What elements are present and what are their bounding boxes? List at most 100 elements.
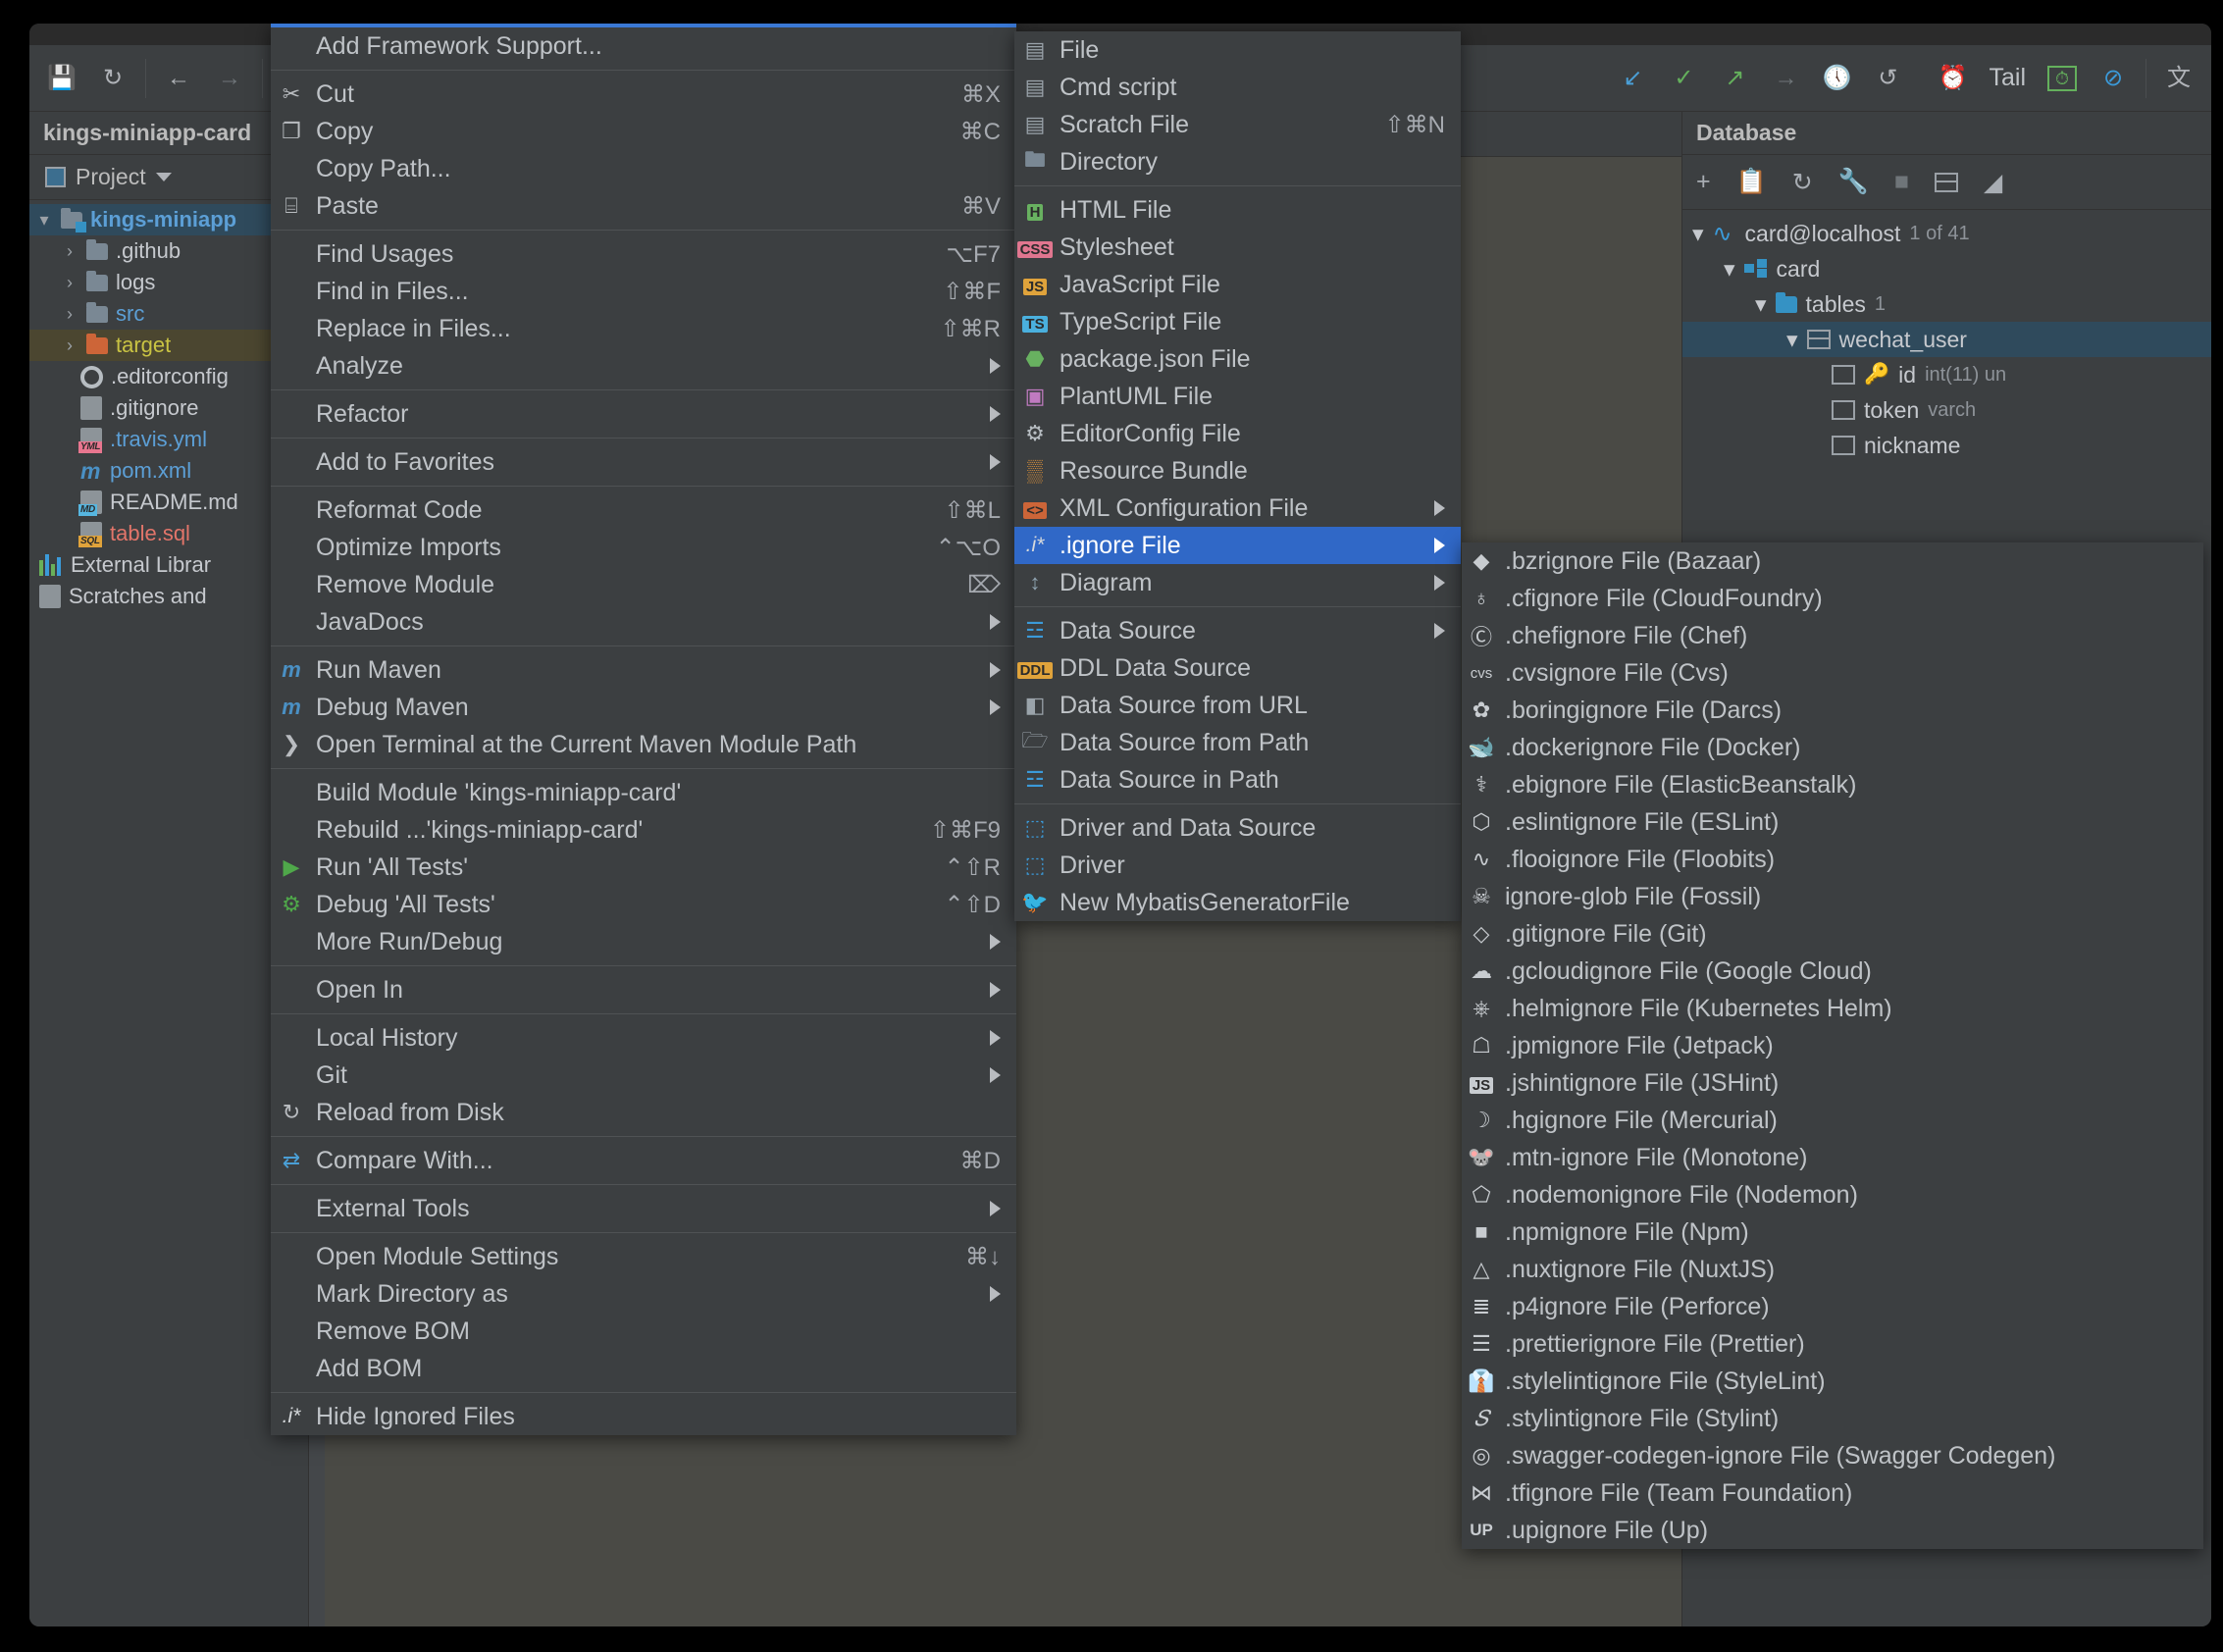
menu-item[interactable]: Mark Directory as	[271, 1275, 1016, 1313]
menu-item[interactable]: ◇.gitignore File (Git)	[1462, 915, 2203, 953]
check-icon[interactable]: ✓	[1669, 64, 1698, 93]
menu-item[interactable]: ☲Data Source	[1014, 612, 1461, 649]
menu-item[interactable]: ↕Diagram	[1014, 564, 1461, 601]
menu-item[interactable]: Optimize Imports⌃⌥O	[271, 529, 1016, 566]
add-icon[interactable]: +	[1696, 168, 1711, 196]
alarm-icon[interactable]: ⏰	[1938, 64, 1967, 93]
tree-item-travis[interactable]: YML .travis.yml	[29, 424, 308, 455]
chevron-down-icon[interactable]: ▾	[1724, 256, 1735, 283]
chevron-right-icon[interactable]: ›	[61, 241, 78, 262]
menu-item[interactable]: Add to Favorites	[271, 443, 1016, 481]
menu-item[interactable]: ☁.gcloudignore File (Google Cloud)	[1462, 953, 2203, 990]
compare-icon[interactable]: →	[1771, 64, 1800, 93]
project-context-menu[interactable]: Add Framework Support...✂Cut⌘X❐Copy⌘CCop…	[271, 24, 1016, 1435]
menu-item[interactable]: Add BOM	[271, 1350, 1016, 1387]
menu-item[interactable]: ■.npmignore File (Npm)	[1462, 1213, 2203, 1251]
refresh-icon[interactable]: ↻	[1792, 168, 1813, 197]
menu-item[interactable]: Remove Module⌦	[271, 566, 1016, 603]
menu-item[interactable]: JSJavaScript File	[1014, 266, 1461, 303]
db-node-connection[interactable]: ▾ ∿ card@localhost 1 of 41	[1682, 216, 2211, 251]
menu-item[interactable]: .i*Hide Ignored Files	[271, 1398, 1016, 1435]
menu-item[interactable]: ☲Data Source in Path	[1014, 761, 1461, 799]
tree-item-target[interactable]: › target	[29, 330, 308, 361]
menu-item[interactable]: ⬠.nodemonignore File (Nodemon)	[1462, 1176, 2203, 1213]
tree-item-tablesql[interactable]: SQL table.sql	[29, 518, 308, 549]
menu-item[interactable]: ⬚Driver	[1014, 847, 1461, 884]
chevron-right-icon[interactable]: ›	[61, 304, 78, 325]
menu-item[interactable]: JS.jshintignore File (JSHint)	[1462, 1064, 2203, 1102]
down-left-arrow-icon[interactable]: ↙	[1618, 64, 1647, 93]
tree-item-logs[interactable]: › logs	[29, 267, 308, 298]
back-arrow-icon[interactable]: ←	[164, 64, 193, 93]
menu-item[interactable]: ♁.cfignore File (CloudFoundry)	[1462, 580, 2203, 617]
menu-item[interactable]: ☽.hgignore File (Mercurial)	[1462, 1102, 2203, 1139]
menu-item[interactable]: Ⓒ.chefignore File (Chef)	[1462, 617, 2203, 654]
menu-item[interactable]: Replace in Files...⇧⌘R	[271, 310, 1016, 347]
clock-icon[interactable]: 🕔	[1822, 64, 1851, 93]
menu-item[interactable]: UP.upignore File (Up)	[1462, 1512, 2203, 1549]
monitor-icon[interactable]: ⏱	[2047, 66, 2077, 91]
db-settings-icon[interactable]: 🔧	[1838, 168, 1869, 196]
menu-item[interactable]: cvs.cvsignore File (Cvs)	[1462, 654, 2203, 692]
menu-item[interactable]: TSTypeScript File	[1014, 303, 1461, 340]
menu-item[interactable]: △.nuxtignore File (NuxtJS)	[1462, 1251, 2203, 1288]
menu-item[interactable]: ⌸Paste⌘V	[271, 187, 1016, 225]
menu-item[interactable]: ⚙Debug 'All Tests'⌃⇧D	[271, 886, 1016, 923]
menu-item[interactable]: ✂Cut⌘X	[271, 76, 1016, 113]
chevron-down-icon[interactable]: ▾	[1786, 327, 1798, 353]
tree-item-scratches[interactable]: Scratches and	[29, 581, 308, 612]
chevron-right-icon[interactable]: ›	[61, 336, 78, 356]
menu-item[interactable]: mRun Maven	[271, 651, 1016, 689]
table-icon[interactable]	[1935, 173, 1958, 192]
menu-item[interactable]: Copy Path...	[271, 150, 1016, 187]
tree-item-external-libraries[interactable]: External Librar	[29, 549, 308, 581]
menu-item[interactable]: ∿.flooignore File (Floobits)	[1462, 841, 2203, 878]
menu-item[interactable]: Analyze	[271, 347, 1016, 385]
menu-item[interactable]: ⬡.eslintignore File (ESLint)	[1462, 803, 2203, 841]
menu-item[interactable]: ▤Scratch File⇧⌘N	[1014, 106, 1461, 143]
menu-item[interactable]: ◧Data Source from URL	[1014, 687, 1461, 724]
menu-item[interactable]: ⚕.ebignore File (ElasticBeanstalk)	[1462, 766, 2203, 803]
menu-item[interactable]: ❐Copy⌘C	[271, 113, 1016, 150]
menu-item[interactable]: ⚙EditorConfig File	[1014, 415, 1461, 452]
chevron-down-icon[interactable]: ▾	[1692, 221, 1704, 247]
menu-item[interactable]: 🗁Data Source from Path	[1014, 724, 1461, 761]
chevron-down-icon[interactable]: ▾	[1755, 291, 1767, 318]
menu-item[interactable]: ≣.p4ignore File (Perforce)	[1462, 1288, 2203, 1325]
menu-item[interactable]: <>XML Configuration File	[1014, 490, 1461, 527]
up-right-arrow-icon[interactable]: ↗	[1720, 64, 1749, 93]
menu-item[interactable]: ❯Open Terminal at the Current Maven Modu…	[271, 726, 1016, 763]
menu-item[interactable]: JavaDocs	[271, 603, 1016, 641]
menu-item[interactable]: .i*.ignore File	[1014, 527, 1461, 564]
menu-item[interactable]: ✿.boringignore File (Darcs)	[1462, 692, 2203, 729]
menu-item[interactable]: ⋈.tfignore File (Team Foundation)	[1462, 1474, 2203, 1512]
menu-item[interactable]: 🖿Directory	[1014, 143, 1461, 181]
new-file-submenu[interactable]: ▤File▤Cmd script▤Scratch File⇧⌘N🖿Directo…	[1014, 31, 1461, 921]
chevron-down-icon[interactable]	[156, 173, 172, 181]
menu-item[interactable]: ⇄Compare With...⌘D	[271, 1142, 1016, 1179]
save-icon[interactable]: 💾	[47, 64, 77, 93]
menu-item[interactable]: mDebug Maven	[271, 689, 1016, 726]
translate-icon[interactable]: 文	[2164, 64, 2194, 93]
menu-item[interactable]: DDLDDL Data Source	[1014, 649, 1461, 687]
menu-item[interactable]: ☖.jpmignore File (Jetpack)	[1462, 1027, 2203, 1064]
menu-item[interactable]: 👔.stylelintignore File (StyleLint)	[1462, 1363, 2203, 1400]
menu-item[interactable]: ⎈.helmignore File (Kubernetes Helm)	[1462, 990, 2203, 1027]
menu-item[interactable]: ↻Reload from Disk	[271, 1094, 1016, 1131]
menu-item[interactable]: ▒Resource Bundle	[1014, 452, 1461, 490]
db-node-column-nickname[interactable]: nickname	[1682, 428, 2211, 463]
menu-item[interactable]: ▤Cmd script	[1014, 69, 1461, 106]
menu-item[interactable]: ◎.swagger-codegen-ignore File (Swagger C…	[1462, 1437, 2203, 1474]
tree-item-module[interactable]: ▾ kings-miniapp	[29, 204, 308, 235]
menu-item[interactable]: Open Module Settings⌘↓	[271, 1238, 1016, 1275]
tree-item-github[interactable]: › .github	[29, 235, 308, 267]
menu-item[interactable]: CSSStylesheet	[1014, 229, 1461, 266]
tail-label[interactable]: Tail	[1989, 64, 2026, 93]
menu-item[interactable]: Find in Files...⇧⌘F	[271, 273, 1016, 310]
no-entry-icon[interactable]: ⊘	[2098, 64, 2128, 93]
menu-item[interactable]: ◆.bzrignore File (Bazaar)	[1462, 542, 2203, 580]
db-node-column-token[interactable]: token varch	[1682, 392, 2211, 428]
menu-item[interactable]: Find Usages⌥F7	[271, 235, 1016, 273]
menu-item[interactable]: Local History	[271, 1019, 1016, 1057]
filter-icon[interactable]: ◢	[1984, 168, 2002, 197]
